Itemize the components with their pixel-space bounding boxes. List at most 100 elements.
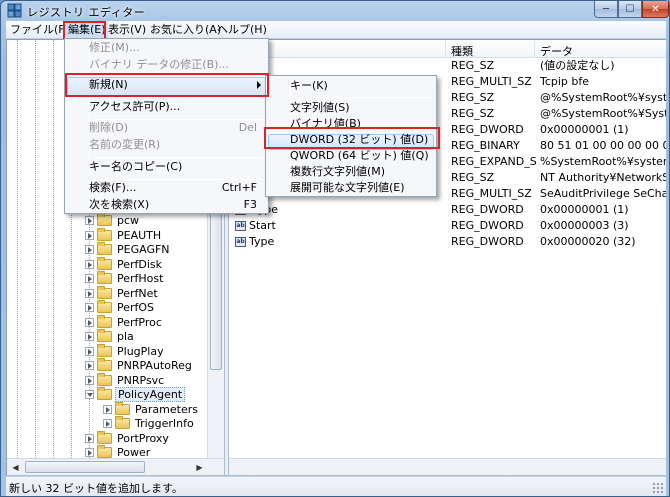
scroll-left-icon[interactable]: ◀ [8,460,23,475]
value-type: REG_SZ [451,59,495,72]
column-header-data[interactable]: データ [540,43,573,59]
expand-icon[interactable] [103,404,112,414]
value-type: REG_DWORD [451,203,524,216]
tree-item-label: PerfDisk [117,257,163,271]
tree-item[interactable]: TriggerInfo [7,416,207,431]
tree-item[interactable]: PerfHost [7,271,207,286]
expand-icon[interactable] [85,288,94,298]
expand-icon[interactable] [85,303,94,312]
value-row[interactable]: ab Start REG_DWORD 0x00000003 (3) [229,218,666,234]
tree-item-label: PEGAGFN [117,243,170,256]
expand-icon[interactable] [85,216,94,225]
value-type: REG_SZ [451,91,495,104]
folder-icon [97,430,112,444]
tree-horizontal-scroll-thumb[interactable] [25,461,145,473]
menu-item-label: 次を検索(X) [89,198,150,211]
tree-item[interactable]: PNRPsvc [7,372,207,388]
tree-item[interactable]: PolicyAgent [7,387,207,402]
resize-grip-icon[interactable] [652,482,664,494]
folder-icon [115,401,130,415]
folder-icon [97,387,112,400]
tree-item-label: PerfNet [117,286,158,300]
close-icon: ✕ [651,3,660,15]
tree-item-label: PerfProc [117,315,162,329]
expand-icon[interactable] [85,274,94,283]
value-data: NT Authority¥NetworkService [540,171,666,184]
tree-item[interactable]: PEGAGFN [7,242,207,257]
collapse-icon[interactable] [85,390,94,399]
tree-item[interactable]: PlugPlay [7,343,207,359]
expand-icon[interactable] [85,433,94,443]
menu-help[interactable]: ヘルプ(H) [215,23,269,38]
menu-item[interactable]: 次を検索(X) F3 [89,195,267,215]
value-data: @%SystemRoot%¥System32¥ [540,107,666,120]
tree-item-label: PlugPlay [117,344,164,358]
column-header-type[interactable]: 種類 [451,43,473,59]
expand-icon[interactable] [85,245,94,254]
column-separator[interactable] [445,40,446,58]
expand-icon[interactable] [85,230,94,240]
tree-item-label: PerfHost [117,272,164,285]
folder-icon [97,445,112,458]
value-data: 0x00000003 (3) [540,219,629,232]
folder-icon [97,329,112,342]
menu-item-label: バイナリ データの修正(B)... [89,58,229,71]
tree-item[interactable]: PerfNet [7,285,207,301]
expand-icon[interactable] [85,361,94,370]
menu-item-label: 名前の変更(R) [89,138,161,151]
expand-icon[interactable] [85,317,94,327]
scroll-right-icon[interactable]: ▶ [192,460,207,475]
expand-icon[interactable] [85,332,94,341]
value-row[interactable]: REG_SZ (値の設定なし) [229,58,666,74]
menu-item[interactable]: キー名のコピー(C) [89,157,267,177]
submenu-item-label: 展開可能な文字列値(E) [290,181,405,194]
value-row[interactable]: abeSidTypeREG_DWORD0x00000001 (1) [229,202,666,218]
edit-menu-popup: 修正(M)... バイナリ データの修正(B)... 新規(N) アクセス許可(P).… [64,38,269,214]
tree-item[interactable]: pcw [7,213,207,228]
expand-icon[interactable] [85,346,94,356]
tree-item[interactable]: PNRPAutoReg [7,358,207,373]
tree-item-label: PEAUTH [117,228,162,242]
registry-editor-window: レジストリ エディター ─ ☐ ✕ ファイル(F) 編集(E) 表示(V) お気… [0,0,670,497]
value-row[interactable]: ab Type REG_DWORD 0x00000020 (32) [229,234,666,250]
menu-favorites[interactable]: お気に入り(A) [148,23,223,38]
tree-item-label: PNRPAutoReg [117,359,192,372]
folder-icon [115,416,130,429]
column-separator[interactable] [534,40,535,58]
tree-item-label: PolicyAgent [115,387,186,402]
reg-value-icon: ab [235,221,246,231]
tree-item-label: PortProxy [117,431,169,445]
tree-item[interactable]: PortProxy [7,430,207,446]
tree-item-label: Parameters [135,402,198,416]
menu-item: バイナリ データの修正(B)... [89,55,267,75]
tree-item[interactable]: PerfDisk [7,256,207,272]
expand-icon[interactable] [103,419,112,428]
expand-icon[interactable] [85,259,94,269]
menu-item[interactable]: アクセス許可(P)... [89,97,267,117]
expand-icon[interactable] [85,375,94,385]
expand-icon[interactable] [85,448,94,457]
value-data: @%SystemRoot%¥system32¥ [540,91,666,104]
dword-item-highlight-box [264,127,440,149]
submenu-item[interactable]: キー(K) [290,76,430,96]
close-button[interactable]: ✕ [642,1,669,18]
status-text: 新しい 32 ビット値を追加します。 [9,482,183,495]
tree-item[interactable]: PEAUTH [7,227,207,243]
menu-file[interactable]: ファイル(F) [8,23,71,38]
list-horizontal-scrollbar[interactable] [229,458,666,475]
minimize-button[interactable]: ─ [594,1,618,18]
tree-item[interactable]: Parameters [7,401,207,417]
menu-item-label: アクセス許可(P)... [89,100,181,113]
menu-view[interactable]: 表示(V) [106,23,148,38]
tree-item-label: pla [117,330,134,343]
tree-horizontal-scrollbar[interactable]: ◀ ▶ [7,458,224,475]
title-bar[interactable]: レジストリ エディター ─ ☐ ✕ [1,1,669,20]
menu-item-label: 修正(M)... [89,41,140,54]
tree-item[interactable]: pla [7,329,207,344]
tree-item[interactable]: PerfOS [7,300,207,315]
menu-item-label: 検索(F)... [89,181,137,194]
maximize-button[interactable]: ☐ [618,1,642,18]
submenu-item[interactable]: 展開可能な文字列値(E) [290,178,430,198]
tree-item[interactable]: PerfProc [7,314,207,330]
value-data: 80 51 01 00 00 00 00 00 00 00 [540,139,666,152]
